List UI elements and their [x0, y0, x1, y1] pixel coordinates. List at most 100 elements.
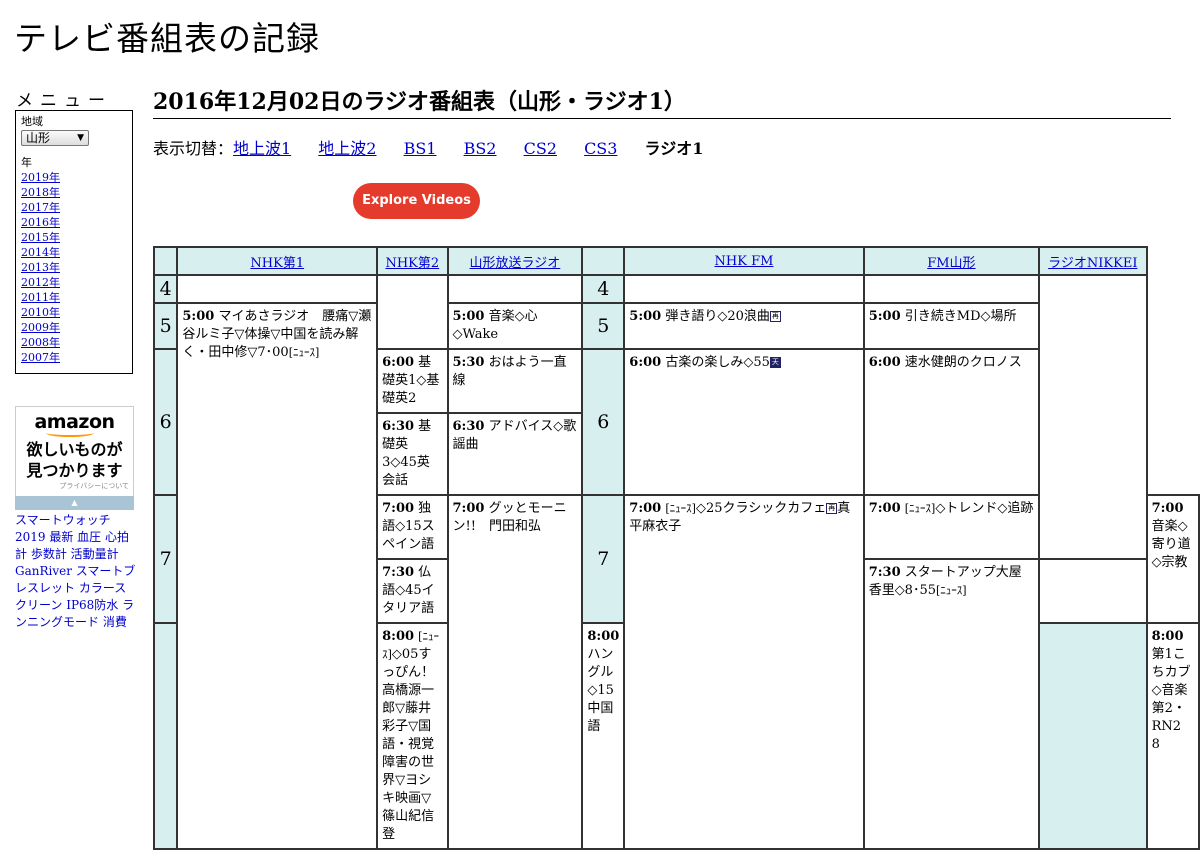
- program-time: 7:00: [868, 501, 901, 516]
- program-time: 5:30: [452, 355, 485, 370]
- year-link-2013[interactable]: 2013年: [21, 261, 60, 274]
- news-tag: [ﾆｭｰｽ]: [936, 584, 967, 597]
- program-cell-ybc-0500[interactable]: 5:00 音楽◇心◇Wake: [446, 302, 584, 350]
- program-cell-nhk2-0700[interactable]: 7:00 独語◇15スペイン語: [376, 494, 449, 560]
- channel-header-fmy: FM山形: [862, 246, 1041, 276]
- explore-videos-button[interactable]: Explore Videos: [353, 183, 480, 219]
- year-link-2011[interactable]: 2011年: [21, 291, 60, 304]
- program-cell-ybc-0700[interactable]: 7:00 グッとモーニン!! 門田和弘: [446, 494, 584, 850]
- schedule-table: NHK第1 NHK第2 山形放送ラジオ NHK FM FM山形 ラジオNIKKE…: [152, 246, 1200, 850]
- channel-link-nhk2[interactable]: NHK第2: [385, 256, 439, 271]
- program-cell-nhk2-0730[interactable]: 7:30 仏語◇45イタリア語: [376, 558, 449, 624]
- hour-cell-6: 6: [152, 348, 179, 496]
- channel-link-fmy[interactable]: FM山形: [927, 256, 975, 271]
- program-cell-nhk1-0800[interactable]: 8:00 [ﾆｭｰｽ]◇05すっぴん！高橋源一郎▽藤井彩子▽国語・視覚障害の世界…: [376, 622, 449, 850]
- year-link-2018[interactable]: 2018年: [21, 186, 60, 199]
- ad-privacy-link[interactable]: プライバシーについて: [16, 481, 133, 491]
- hour-cell-8-right: [1038, 622, 1148, 850]
- program-cell-nhkfm-0600[interactable]: 6:00 古楽の楽しみ◇55 天: [623, 348, 865, 496]
- program-cell-empty: [1038, 274, 1148, 560]
- year-list: 2019年 2018年 2017年 2016年 2015年 2014年 2013…: [21, 170, 127, 365]
- program-cell-fmy-0700[interactable]: 7:00 [ﾆｭｰｽ]◇トレンド◇追跡: [862, 494, 1041, 560]
- hour-cell-8: [152, 622, 179, 850]
- program-time: 7:30: [868, 565, 901, 580]
- program-title: 音楽◇寄り道◇宗教: [1151, 519, 1191, 570]
- program-time: 5:00: [868, 309, 901, 324]
- channel-header-nhk1: NHK第1: [176, 246, 379, 276]
- program-cell-nikkei-0800[interactable]: 8:00 第1こちカブ◇音楽第2・RN2 8: [1145, 622, 1200, 850]
- channel-header-nhk2: NHK第2: [376, 246, 449, 276]
- year-link-2015[interactable]: 2015年: [21, 231, 60, 244]
- program-time: 6:00: [382, 355, 415, 370]
- page-title: 2016年12月02日のラジオ番組表（山形・ラジオ1）: [153, 84, 1171, 119]
- program-time: 8:00: [1151, 629, 1184, 644]
- region-label: 地域: [21, 115, 43, 128]
- ad-product-link-wrap: スマートウォッチ 2019 最新 血圧 心拍計 歩数計 活動量計 GanRive…: [15, 512, 137, 631]
- year-link-2012[interactable]: 2012年: [21, 276, 60, 289]
- year-link-2007[interactable]: 2007年: [21, 351, 60, 364]
- year-link-2014[interactable]: 2014年: [21, 246, 60, 259]
- year-link-2017[interactable]: 2017年: [21, 201, 60, 214]
- program-cell-empty: [446, 274, 584, 304]
- amazon-logo: amazon: [34, 411, 115, 433]
- ad-product-link[interactable]: スマートウォッチ 2019 最新 血圧 心拍計 歩数計 活動量計 GanRive…: [15, 513, 135, 629]
- program-cell-ybc-0530[interactable]: 5:30 おはよう一直線: [446, 348, 584, 414]
- ad-collapse-bar[interactable]: ▲: [15, 496, 134, 510]
- program-cell-nhk1-0500[interactable]: 5:00 マイあさラジオ 腰痛▽瀬谷ルミ子▽体操▽中国を読み解く・田中修▽7･0…: [176, 302, 379, 850]
- channel-header-ybc: 山形放送ラジオ: [446, 246, 584, 276]
- program-time: 5:00: [182, 309, 215, 324]
- program-cell-nikkei-0700[interactable]: 7:00 音楽◇寄り道◇宗教: [1145, 494, 1200, 624]
- header-hour-blank-left: [152, 246, 179, 276]
- region-select[interactable]: 山形 ▼: [21, 130, 89, 146]
- program-time: 6:00: [629, 355, 662, 370]
- program-time: 7:00: [382, 501, 415, 516]
- channel-link-ybc[interactable]: 山形放送ラジオ: [470, 256, 561, 271]
- program-time: 5:00: [629, 309, 662, 324]
- program-cell-fmy-0730[interactable]: 7:30 スタートアップ大屋香里◇8･55[ﾆｭｰｽ]: [862, 558, 1041, 850]
- switcher-link-terrestrial1[interactable]: 地上波1: [233, 139, 291, 158]
- program-title: 弾き語り◇20浪曲: [665, 309, 770, 324]
- year-link-2016[interactable]: 2016年: [21, 216, 60, 229]
- program-cell-fmy-0600[interactable]: 6:00 速水健朗のクロノス: [862, 348, 1041, 496]
- switcher-current-radio1: ラジオ1: [644, 139, 704, 158]
- ad-copy-line2: 見つかります: [26, 461, 123, 480]
- program-time: 6:30: [382, 419, 415, 434]
- program-time: 7:00: [452, 501, 485, 516]
- site-title: テレビ番組表の記録: [14, 19, 320, 58]
- channel-link-nhk1[interactable]: NHK第1: [250, 256, 304, 271]
- program-cell-nhk2-0600[interactable]: 6:00 基礎英1◇基礎英2: [376, 348, 449, 414]
- program-title: 引き続きMD◇場所: [904, 309, 1017, 324]
- switcher-link-terrestrial2[interactable]: 地上波2: [318, 139, 376, 158]
- switcher-link-bs2[interactable]: BS2: [464, 139, 497, 158]
- hour-cell-4: 4: [152, 274, 179, 304]
- channel-link-nhkfm[interactable]: NHK FM: [715, 254, 774, 269]
- year-link-2008[interactable]: 2008年: [21, 336, 60, 349]
- switcher-link-cs3[interactable]: CS3: [584, 139, 617, 158]
- program-cell-nhk2-0630[interactable]: 6:30 基礎英3◇45英会話: [376, 412, 449, 496]
- amazon-ad-banner[interactable]: amazon 欲しいものが 見つかります プライバシーについて: [15, 406, 134, 508]
- year-link-2009[interactable]: 2009年: [21, 321, 60, 334]
- menu-heading: メニュー: [16, 91, 112, 111]
- program-cell-ybc-0630[interactable]: 6:30 アドバイス◇歌謡曲: [446, 412, 584, 496]
- switcher-link-cs2[interactable]: CS2: [524, 139, 557, 158]
- program-title: ◇トレンド◇追跡: [935, 501, 1034, 516]
- program-title: ◇25クラシックカフェ: [695, 501, 827, 516]
- program-cell-nhkfm-0700[interactable]: 7:00 [ﾆｭｰｽ]◇25クラシックカフェ再真平麻衣子: [623, 494, 865, 850]
- hour-cell-5-right: 5: [581, 302, 626, 350]
- program-time: 8:00: [382, 629, 415, 644]
- channel-header-nikkei: ラジオNIKKEI: [1038, 246, 1148, 276]
- program-time: 6:30: [452, 419, 485, 434]
- channel-link-nikkei[interactable]: ラジオNIKKEI: [1048, 256, 1137, 271]
- program-cell-nhkfm-0500[interactable]: 5:00 弾き語り◇20浪曲再: [623, 302, 865, 350]
- hour-cell-7-right: 7: [581, 494, 626, 624]
- program-cell-fmy-0500[interactable]: 5:00 引き続きMD◇場所: [862, 302, 1041, 350]
- rerun-badge-icon: 再: [769, 311, 781, 322]
- news-tag: [ﾆｭｰｽ]: [288, 346, 320, 359]
- chevron-down-icon: ▼: [77, 133, 84, 143]
- year-link-2019[interactable]: 2019年: [21, 171, 60, 184]
- program-cell-nhk2-0800[interactable]: 8:00 ハングル◇15中国語: [581, 622, 626, 850]
- year-link-2010[interactable]: 2010年: [21, 306, 60, 319]
- weather-badge-icon: 天: [769, 357, 781, 368]
- switcher-link-bs1[interactable]: BS1: [404, 139, 437, 158]
- rerun-badge-icon: 再: [826, 503, 838, 514]
